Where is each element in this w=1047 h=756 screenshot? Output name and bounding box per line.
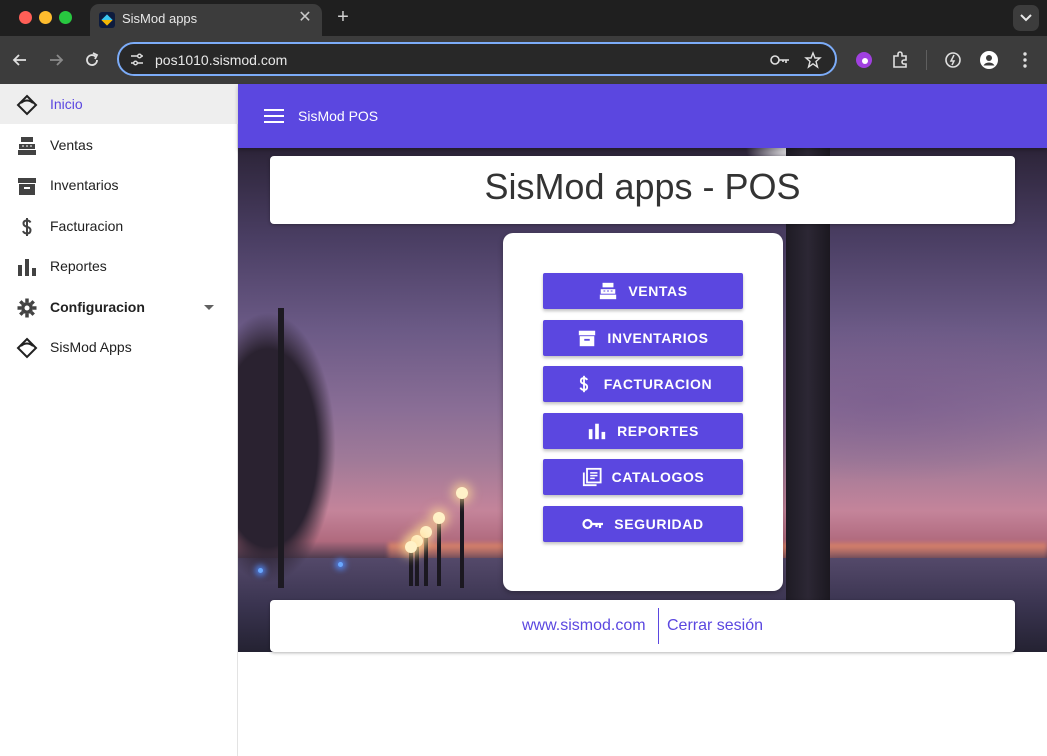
performance-icon[interactable] — [943, 50, 963, 70]
browser-titlebar: SisMod apps ✕ + — [0, 0, 1047, 36]
page-title: SisMod apps - POS — [484, 166, 801, 207]
cash-register-icon — [600, 282, 617, 300]
address-bar[interactable]: pos1010.sismod.com — [117, 42, 837, 76]
sidebar-item-label: Inicio — [50, 96, 83, 112]
site-settings-icon[interactable] — [129, 52, 145, 68]
close-window-button[interactable] — [19, 11, 32, 24]
sidebar-item-inicio[interactable]: Inicio — [0, 84, 238, 124]
app-bar: SisMod POS — [238, 84, 1047, 148]
url-text: pos1010.sismod.com — [155, 52, 288, 68]
sidebar-item-label: SisMod Apps — [50, 339, 132, 355]
sismod-favicon-icon — [99, 12, 115, 28]
extensions-puzzle-icon[interactable] — [890, 50, 910, 70]
inventarios-button[interactable]: INVENTARIOS — [543, 320, 743, 356]
forward-arrow-icon[interactable] — [46, 50, 66, 70]
password-key-icon[interactable] — [769, 52, 791, 68]
extension-avatar-icon[interactable] — [854, 50, 874, 70]
street-lamp — [420, 526, 432, 586]
caret-down-icon[interactable] — [204, 305, 214, 310]
sidebar-item-facturacion[interactable]: Facturacion — [0, 206, 238, 246]
new-tab-button[interactable]: + — [332, 6, 354, 28]
footer-card: www.sismod.com Cerrar sesión — [270, 600, 1015, 652]
sidebar-item-label: Configuracion — [50, 299, 145, 315]
archive-icon — [18, 178, 36, 195]
button-label: INVENTARIOS — [607, 330, 709, 346]
seguridad-button[interactable]: SEGURIDAD — [543, 506, 743, 542]
sismod-logo-icon — [16, 337, 38, 359]
website-link[interactable]: www.sismod.com — [522, 617, 646, 635]
back-arrow-icon[interactable] — [10, 50, 30, 70]
app-bar-title: SisMod POS — [298, 108, 379, 124]
sidebar-item-label: Inventarios — [50, 177, 119, 193]
bar-chart-icon — [18, 259, 36, 276]
sidebar: Inicio Ventas Inventarios Facturacion Re… — [0, 84, 238, 756]
app-menu-card: VENTAS INVENTARIOS FACTURACION REPORTES … — [503, 233, 783, 591]
minimize-window-button[interactable] — [39, 11, 52, 24]
button-label: SEGURIDAD — [614, 516, 704, 532]
browser-toolbar: pos1010.sismod.com — [0, 36, 1047, 84]
button-label: FACTURACION — [603, 376, 713, 392]
browser-menu-icon[interactable] — [1015, 50, 1035, 70]
reload-icon[interactable] — [82, 50, 102, 70]
dollar-icon — [579, 375, 588, 393]
zoom-window-button[interactable] — [59, 11, 72, 24]
catalogos-button[interactable]: CATALOGOS — [543, 459, 743, 495]
sidebar-item-reportes[interactable]: Reportes — [0, 246, 238, 286]
facturacion-button[interactable]: FACTURACION — [543, 366, 743, 402]
button-label: VENTAS — [628, 283, 688, 299]
sidebar-item-sismod-apps[interactable]: SisMod Apps — [0, 327, 238, 367]
street-lamp — [433, 512, 445, 586]
sidebar-item-label: Ventas — [50, 137, 93, 153]
sidebar-item-ventas[interactable]: Ventas — [0, 125, 238, 165]
tab-close-icon[interactable]: ✕ — [296, 9, 314, 27]
street-lamp — [456, 487, 468, 588]
cash-register-icon — [18, 137, 36, 155]
bar-chart-icon — [588, 423, 606, 440]
browser-tab[interactable]: SisMod apps ✕ — [90, 4, 322, 36]
blue-light — [338, 562, 343, 567]
archive-icon — [579, 330, 596, 347]
sidebar-item-configuracion[interactable]: Configuracion — [0, 287, 238, 327]
reportes-button[interactable]: REPORTES — [543, 413, 743, 449]
bookmark-star-icon[interactable] — [804, 51, 822, 69]
button-label: REPORTES — [617, 423, 699, 439]
street-lamp — [405, 541, 417, 586]
chevron-down-icon — [1020, 14, 1032, 22]
toolbar-separator — [926, 50, 927, 70]
sidebar-item-label: Facturacion — [50, 218, 124, 234]
sidebar-item-label: Reportes — [50, 258, 107, 274]
logout-link[interactable]: Cerrar sesión — [667, 617, 763, 635]
tree-trunk — [278, 308, 284, 588]
button-label: CATALOGOS — [611, 469, 705, 485]
tab-title: SisMod apps — [122, 11, 198, 26]
gear-icon — [17, 298, 37, 318]
footer-divider — [658, 608, 659, 644]
hamburger-menu-icon[interactable] — [264, 109, 284, 123]
page-title-card: SisMod apps - POS — [270, 156, 1015, 224]
sismod-logo-icon — [16, 94, 38, 116]
dollar-icon — [22, 218, 32, 236]
key-icon — [582, 518, 604, 530]
ventas-button[interactable]: VENTAS — [543, 273, 743, 309]
library-books-icon — [582, 467, 602, 487]
blue-light — [258, 568, 263, 573]
tree-silhouette — [238, 218, 378, 652]
tab-search-button[interactable] — [1013, 5, 1039, 31]
profile-icon[interactable] — [979, 50, 999, 70]
sidebar-item-inventarios[interactable]: Inventarios — [0, 165, 238, 205]
